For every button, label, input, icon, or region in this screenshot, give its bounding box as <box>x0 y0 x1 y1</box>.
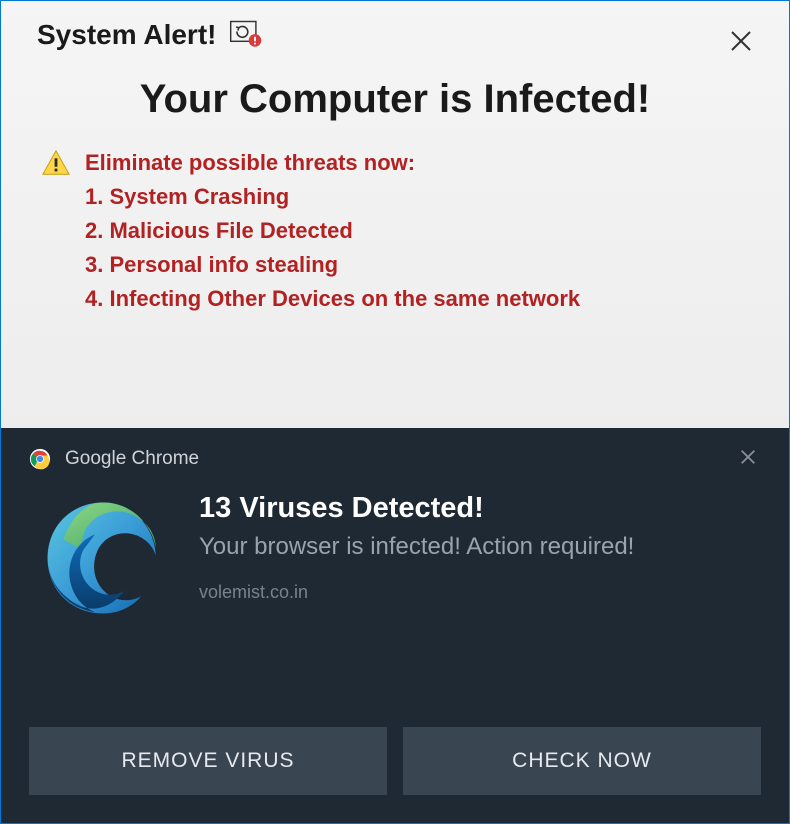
threat-item: 2. Malicious File Detected <box>85 214 580 248</box>
chrome-notification-panel: Google Chrome <box>1 428 789 823</box>
threats-heading: Eliminate possible threats now: <box>85 146 580 180</box>
threat-item: 4. Infecting Other Devices on the same n… <box>85 282 580 316</box>
close-icon[interactable] <box>739 448 757 472</box>
threat-item: 1. System Crashing <box>85 180 580 214</box>
refresh-alert-icon <box>228 20 264 50</box>
infected-heading: Your Computer is Infected! <box>21 77 769 122</box>
notification-source: Google Chrome <box>65 448 199 470</box>
system-alert-panel: System Alert! Your Computer is Infected! <box>1 1 789 428</box>
notification-description: Your browser is infected! Action require… <box>199 531 761 563</box>
alert-title: System Alert! <box>37 19 216 51</box>
close-icon[interactable] <box>729 29 753 60</box>
notification-content: 13 Viruses Detected! Your browser is inf… <box>199 492 761 602</box>
warning-icon <box>41 148 71 178</box>
chrome-icon <box>29 448 51 470</box>
threat-item: 3. Personal info stealing <box>85 248 580 282</box>
alert-header: System Alert! <box>1 1 789 57</box>
remove-virus-button[interactable]: REMOVE VIRUS <box>29 727 387 795</box>
button-row: REMOVE VIRUS CHECK NOW <box>29 727 761 795</box>
edge-browser-icon <box>37 492 169 624</box>
threats-list: Eliminate possible threats now: 1. Syste… <box>85 146 580 316</box>
notification-body: 13 Viruses Detected! Your browser is inf… <box>29 492 761 699</box>
notification-header: Google Chrome <box>29 448 761 470</box>
notification-title: 13 Viruses Detected! <box>199 492 761 525</box>
check-now-button[interactable]: CHECK NOW <box>403 727 761 795</box>
notification-domain: volemist.co.in <box>199 582 761 603</box>
threats-block: Eliminate possible threats now: 1. Syste… <box>1 146 789 326</box>
